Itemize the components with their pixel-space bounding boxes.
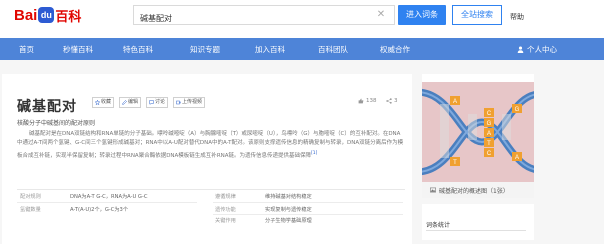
chat-icon [149, 100, 154, 105]
base-letter: A [453, 99, 457, 105]
nav-item-featured[interactable]: 特色百科 [123, 44, 153, 55]
reference-link[interactable]: [1] [311, 151, 317, 156]
discuss-label: 讨论 [155, 99, 166, 105]
entry-stats-card: 词条统计 [422, 204, 534, 240]
site-search-button[interactable]: 全站搜索 [452, 5, 502, 25]
summary-text: 碱基配对是在DNA双链结构和RNA单链的分子基础。嘌呤碱嘧啶（A）与胸腺嘧啶（T… [17, 131, 404, 159]
like-count-value: 138 [366, 98, 377, 104]
info-value: 实现复制与遗传稳定 [265, 207, 312, 213]
side-album-card[interactable]: A T C G A T C G A 碱基配对的概述图（1张） [422, 74, 534, 198]
discuss-button[interactable]: 讨论 [146, 97, 169, 108]
image-icon [430, 187, 436, 193]
base-letter: T [453, 160, 457, 166]
logo-baike-text: 百科 [55, 8, 82, 24]
album-caption-text: 碱基配对的概述图（1张） [439, 187, 509, 195]
divider [426, 230, 526, 231]
search-box: ✕ [133, 5, 395, 28]
entry-stats-title: 词条统计 [426, 222, 451, 229]
info-value: DNA为A-T G-C，RNA为A-U G-C [70, 194, 148, 200]
base-letter: G [515, 107, 520, 113]
info-divider [213, 214, 403, 215]
like-count[interactable]: 138 [358, 98, 377, 104]
dna-strand-highlight [422, 91, 534, 144]
article-summary: 碱基配对是在DNA双链结构和RNA单链的分子基础。嘌呤碱嘧啶（A）与胸腺嘧啶（T… [17, 130, 405, 161]
share-count[interactable]: 3 [386, 98, 398, 104]
user-icon [517, 46, 524, 53]
dna-double-helix: A T C G A T C G A [422, 89, 534, 175]
album-caption[interactable]: 碱基配对的概述图（1张） [422, 182, 534, 198]
logo-text: Bai [14, 6, 38, 24]
edit-button[interactable]: 编辑 [119, 97, 142, 108]
nav-item-team[interactable]: 百科团队 [318, 44, 348, 55]
search-input[interactable] [134, 9, 370, 28]
info-box: 配对规则 DNA为A-T G-C，RNA为A-U G-C 氢键数量 A-T(A-… [17, 189, 405, 224]
enter-entry-button[interactable]: 进入词条 [398, 5, 446, 25]
video-icon [176, 100, 181, 105]
info-value: A-T(A-U)2个，G-C为3个 [70, 207, 129, 213]
main-nav: 首页 秒懂百科 特色百科 知识专题 加入百科 百科团队 权威合作 个人中心 [0, 38, 604, 60]
nav-item-miaodong[interactable]: 秒懂百科 [63, 44, 93, 55]
baidu-baike-logo[interactable]: Bai du 百科 [14, 4, 81, 26]
info-key: 氢键数量 [20, 207, 41, 213]
clear-icon[interactable]: ✕ [375, 9, 387, 21]
base-letter: A [515, 155, 519, 161]
base-letter: A [487, 131, 491, 137]
dna-strand-highlight [422, 120, 534, 173]
page-title: 碱基配对 [17, 98, 77, 114]
info-key: 配对规则 [20, 194, 41, 200]
help-link[interactable]: 帮助 [510, 12, 524, 22]
share-count-value: 3 [394, 98, 398, 104]
base-letter: C [487, 111, 492, 117]
article-subtitle: 核酸分子中碱基间的配对原则 [17, 120, 96, 127]
base-pair-rung [502, 114, 511, 140]
user-center-label: 个人中心 [527, 45, 557, 54]
base-pair-rung [440, 104, 449, 158]
info-key: 遵循规律 [215, 194, 236, 200]
pencil-icon [122, 100, 127, 105]
nav-item-home[interactable]: 首页 [19, 44, 34, 55]
base-letter: T [487, 141, 491, 147]
info-key: 遗传功能 [215, 207, 236, 213]
thumbs-up-icon [358, 98, 364, 104]
user-center-link[interactable]: 个人中心 [517, 44, 557, 55]
nav-item-join[interactable]: 加入百科 [255, 44, 285, 55]
edit-label: 编辑 [128, 99, 139, 105]
header: Bai du 百科 ✕ 进入词条 全站搜索 帮助 [0, 0, 604, 38]
info-divider [17, 202, 197, 203]
base-letter: C [487, 151, 492, 157]
base-letter: G [487, 121, 492, 127]
upload-video-button[interactable]: 上传视频 [173, 97, 206, 108]
share-icon [386, 98, 392, 104]
info-value: 维持碱基对结构稳定 [265, 194, 312, 200]
upload-video-label: 上传视频 [182, 99, 203, 105]
collect-label: 收藏 [101, 99, 112, 105]
info-divider [213, 202, 403, 203]
info-value: 分子生物学基础原理 [265, 218, 312, 224]
paw-icon: du [38, 7, 55, 23]
info-key: 关键作用 [215, 218, 236, 224]
nav-item-cooperation[interactable]: 权威合作 [380, 44, 410, 55]
star-icon [95, 100, 100, 105]
collect-button[interactable]: 收藏 [92, 97, 115, 108]
dna-illustration[interactable]: A T C G A T C G A [422, 82, 534, 182]
article-card: 碱基配对 收藏 编辑 讨论 上传视频 138 3 核酸分子中碱基间的配对原则 碱… [2, 74, 412, 244]
base-pair-rung [468, 114, 477, 140]
nav-item-topics[interactable]: 知识专题 [190, 44, 220, 55]
